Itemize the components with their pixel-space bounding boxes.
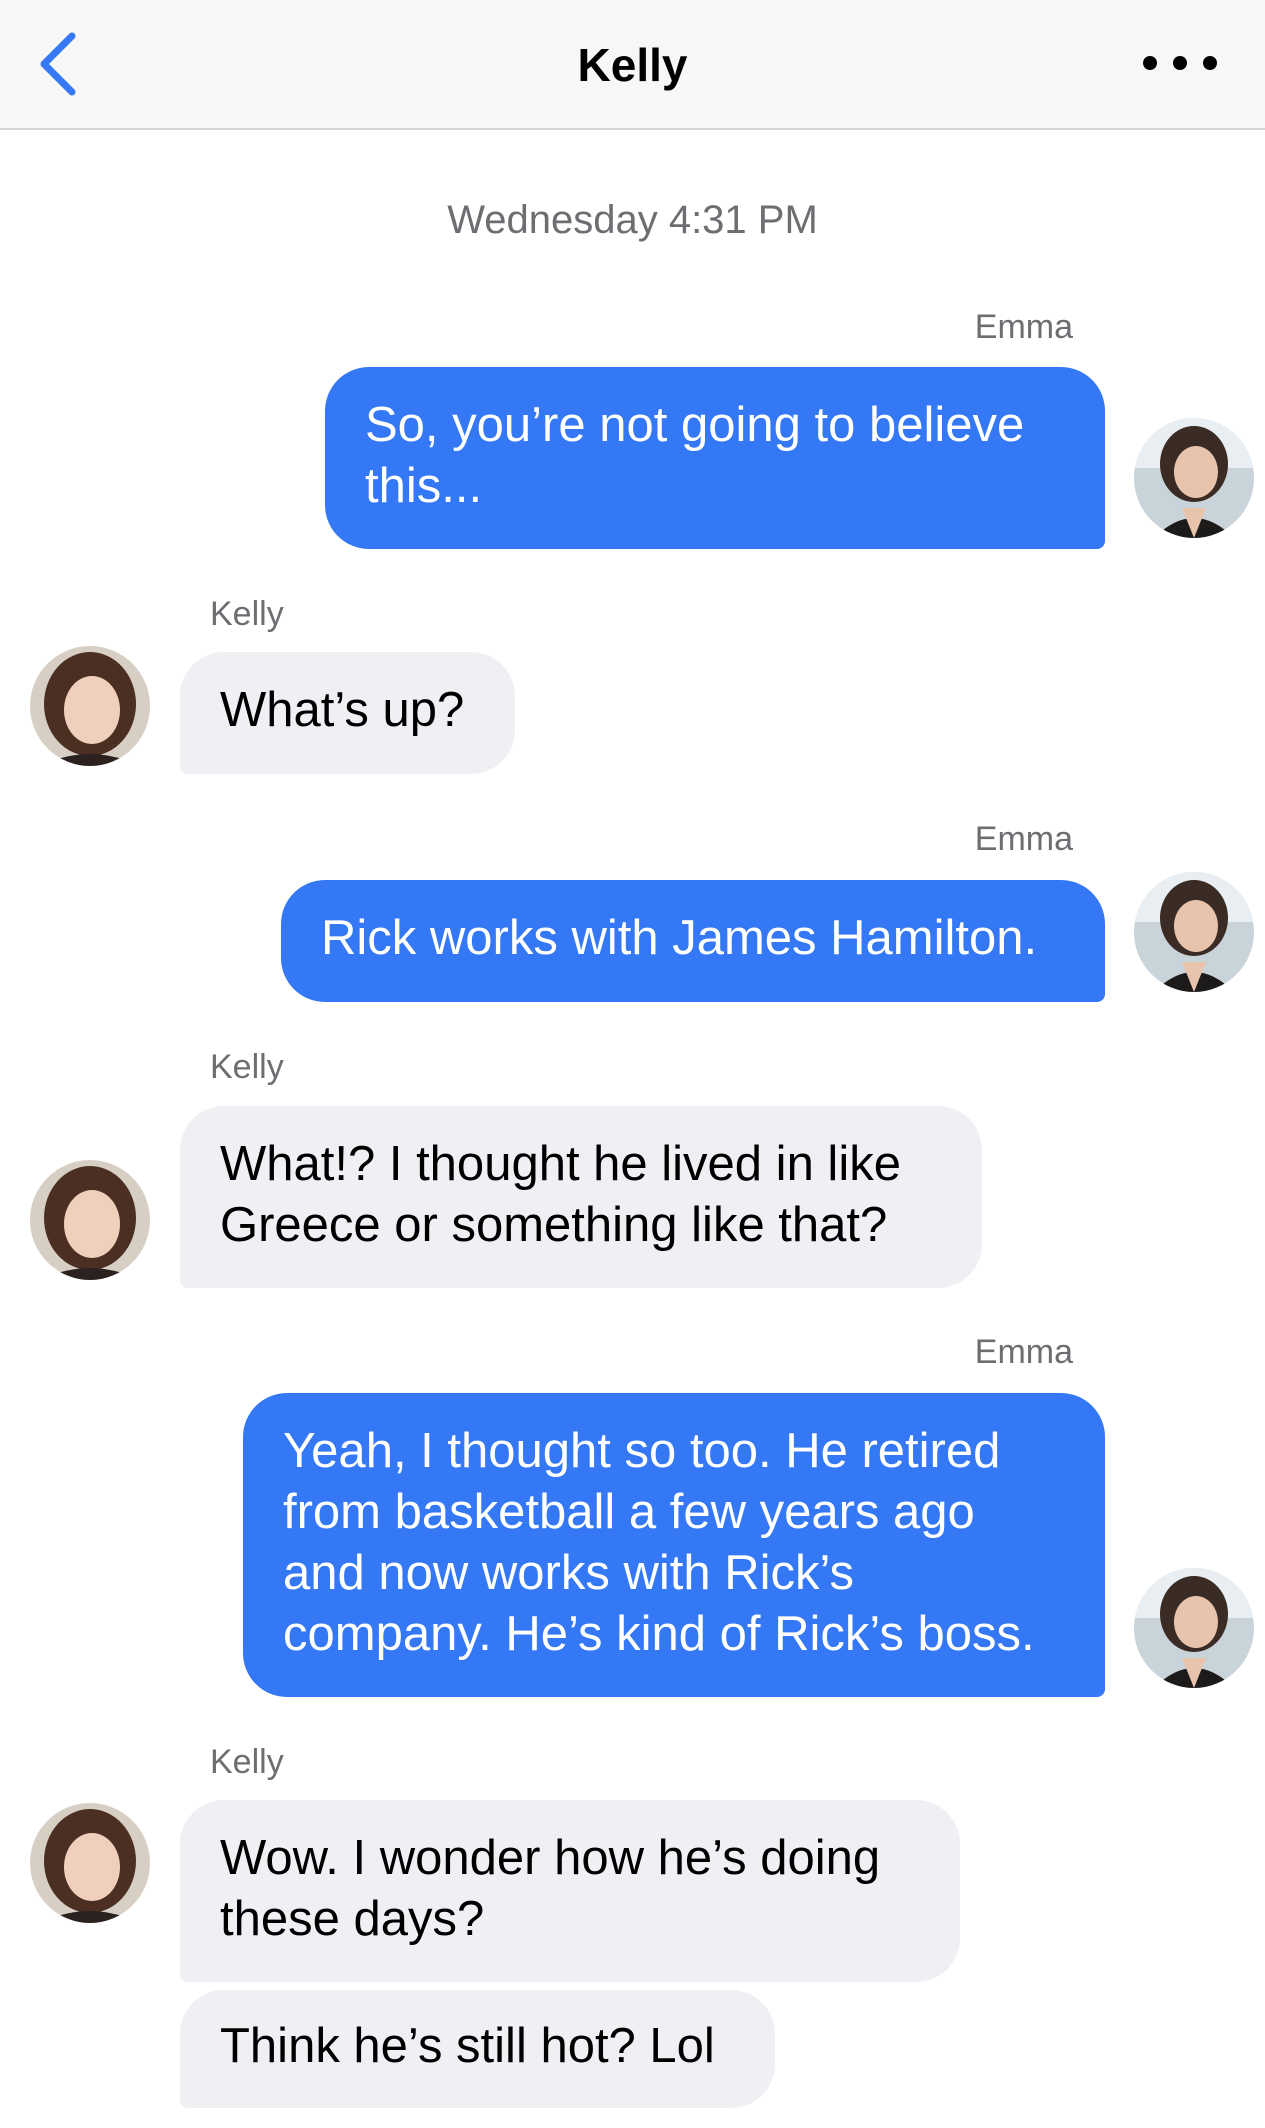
message-line: What’s up? [220,683,465,737]
sender-name: Emma [974,308,1073,346]
message-line: So, you’re not going to believe [365,398,1025,452]
message-line: What!? I thought he lived in like [220,1137,901,1191]
sender-name: Kelly [210,595,284,633]
navigation-bar: Kelly [0,0,1265,130]
message-bubble-incoming[interactable]: What’s up? [180,652,515,774]
message-line: Wow. I wonder how he’s doing [220,1831,881,1885]
sender-name: Emma [974,1333,1073,1371]
message-line: these days? [220,1892,485,1946]
kelly-avatar[interactable] [30,1803,150,1923]
message-bubble-outgoing[interactable]: Rick works with James Hamilton. [281,880,1105,1002]
message-bubble-incoming[interactable]: Wow. I wonder how he’s doing these days? [180,1800,960,1982]
message-bubble-incoming[interactable]: What!? I thought he lived in like Greece… [180,1106,982,1288]
kelly-avatar[interactable] [30,646,150,766]
sender-name: Emma [974,820,1073,858]
message-line: Yeah, I thought so too. He retired [283,1424,1001,1478]
message-bubble-outgoing[interactable]: Yeah, I thought so too. He retired from … [243,1393,1105,1697]
message-line: company. He’s kind of Rick’s boss. [283,1607,1035,1661]
message-line: Think he’s still hot? Lol [220,2019,715,2073]
message-bubble-incoming[interactable]: Think he’s still hot? Lol [180,1990,775,2108]
sender-name: Kelly [210,1743,284,1781]
more-options-button[interactable] [1135,48,1225,78]
message-line: and now works with Rick’s [283,1546,854,1600]
conversation-timestamp: Wednesday 4:31 PM [447,198,818,242]
message-line: from basketball a few years ago [283,1485,975,1539]
emma-avatar[interactable] [1134,418,1254,538]
conversation-title: Kelly [577,39,688,91]
ellipsis-icon [1143,56,1217,70]
emma-avatar[interactable] [1134,872,1254,992]
message-line: Greece or something like that? [220,1198,888,1252]
message-line: Rick works with James Hamilton. [321,911,1038,965]
message-bubble-outgoing[interactable]: So, you’re not going to believe this... [325,367,1105,549]
emma-avatar[interactable] [1134,1568,1254,1688]
message-line: this... [365,459,483,513]
kelly-avatar[interactable] [30,1160,150,1280]
sender-name: Kelly [210,1048,284,1086]
